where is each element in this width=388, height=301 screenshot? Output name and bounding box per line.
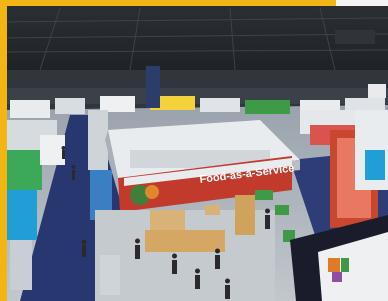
ceiling-sign	[335, 30, 375, 44]
photo-frame: Food-as-a-Service	[0, 0, 388, 301]
accent-bar-left	[0, 0, 7, 301]
exhibition-hall-photo: Food-as-a-Service	[0, 0, 388, 301]
accent-bar-top	[0, 0, 336, 6]
corner-tab	[336, 0, 388, 6]
